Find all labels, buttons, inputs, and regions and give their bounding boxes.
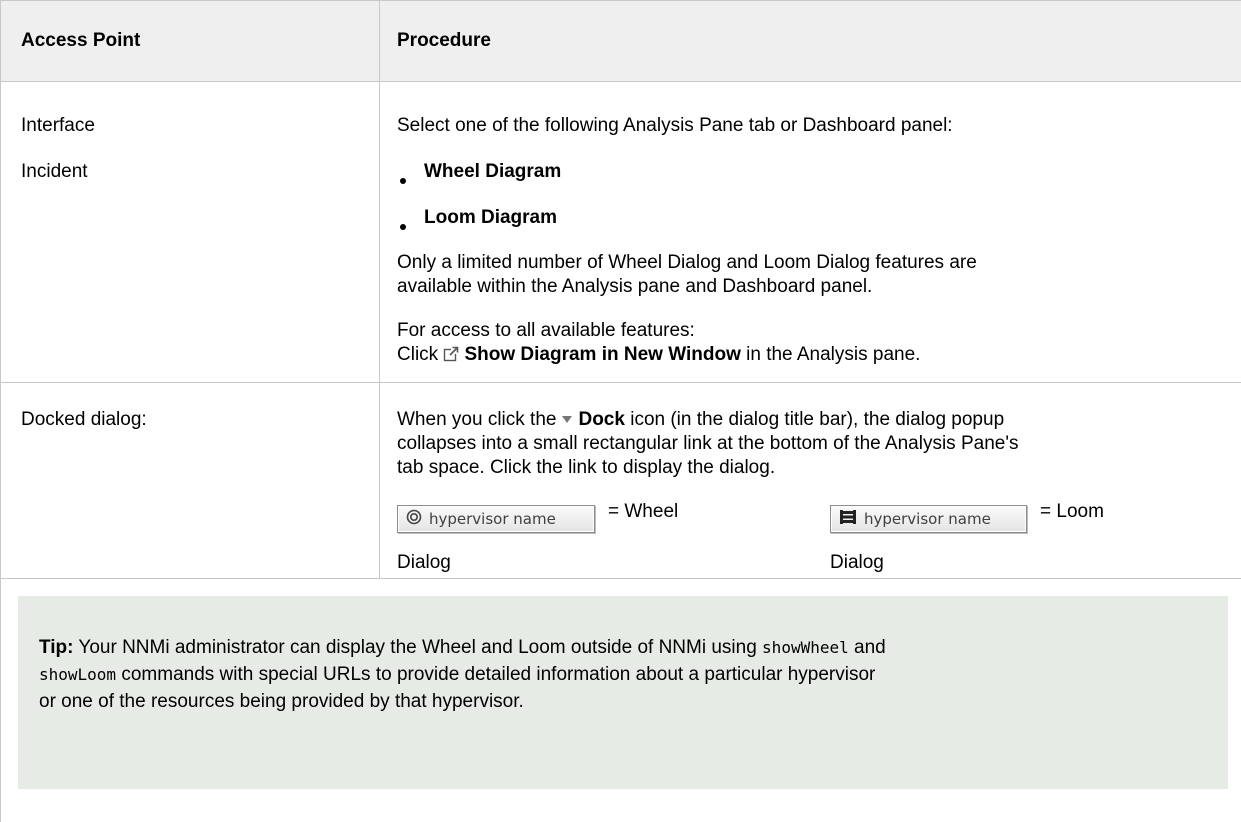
code-showloom: showLoom: [39, 665, 117, 684]
click-prefix: Click: [397, 344, 439, 365]
list-item-loom-diagram: Loom Diagram: [424, 207, 558, 228]
dock-description-line2: collapses into a small rectangular link …: [397, 433, 1019, 454]
divider: [0, 0, 1, 822]
dock-line1-suffix: icon (in the dialog title bar), the dial…: [630, 409, 1005, 430]
dock-line1-prefix: When you click the: [397, 409, 557, 430]
limited-features-note-line2: available within the Analysis pane and D…: [397, 276, 873, 297]
limited-features-note-line1: Only a limited number of Wheel Dialog an…: [397, 252, 977, 273]
tip-label: Tip:: [39, 637, 74, 658]
dock-description-line1: When you click the Dock icon (in the dial…: [397, 409, 1004, 431]
loom-dialog-caption: Dialog: [830, 552, 884, 573]
column-header-procedure: Procedure: [397, 30, 491, 51]
divider: [0, 81, 1241, 82]
wheel-equals-label: = Wheel: [608, 501, 679, 522]
dock-label: Dock: [578, 409, 625, 430]
table-header: [0, 0, 1241, 81]
divider: [0, 382, 1241, 383]
access-note: For access to all available features:: [397, 320, 695, 341]
wheel-dialog-link-label: hypervisor name: [429, 510, 556, 528]
access-point-docked-dialog: Docked dialog:: [21, 409, 147, 430]
wheel-dialog-docked-link[interactable]: hypervisor name: [397, 505, 595, 533]
tip-line1: Tip: Your NNMi administrator can display…: [39, 637, 886, 659]
show-diagram-in-new-window-label: Show Diagram in New Window: [464, 344, 741, 365]
code-showwheel: showWheel: [762, 638, 849, 657]
loom-dialog-docked-link[interactable]: hypervisor name: [830, 505, 1027, 533]
bullet-marker: [400, 224, 406, 230]
loom-icon: [839, 509, 857, 529]
bullet-marker: [400, 178, 406, 184]
wheel-dialog-caption: Dialog: [397, 552, 451, 573]
list-item-wheel-diagram: Wheel Diagram: [424, 161, 562, 182]
column-header-access-point: Access Point: [21, 30, 141, 51]
procedure-intro: Select one of the following Analysis Pan…: [397, 115, 953, 136]
divider: [0, 0, 1241, 1]
divider: [0, 578, 1241, 579]
procedure-table: Access Point Procedure Interface Inciden…: [0, 0, 1241, 822]
click-suffix: in the Analysis pane.: [746, 344, 921, 365]
divider: [379, 0, 380, 578]
wheel-icon: [406, 509, 422, 529]
access-point-incident: Incident: [21, 161, 88, 182]
loom-equals-label: = Loom: [1040, 501, 1104, 522]
access-point-interface: Interface: [21, 115, 95, 136]
tip-text2: and: [854, 637, 886, 658]
dock-description-line3: tab space. Click the link to display the…: [397, 457, 776, 478]
tip-line3: or one of the resources being provided b…: [39, 691, 524, 712]
loom-dialog-link-label: hypervisor name: [864, 510, 991, 528]
external-link-icon: [443, 346, 460, 368]
tip-text3: commands with special URLs to provide de…: [121, 664, 876, 685]
tip-line2: showLoom commands with special URLs to p…: [39, 664, 875, 686]
tip-text1: Your NNMi administrator can display the …: [78, 637, 757, 658]
show-diagram-instruction: Click Show Diagram in New Window in the …: [397, 344, 920, 368]
dock-icon: [562, 416, 573, 423]
